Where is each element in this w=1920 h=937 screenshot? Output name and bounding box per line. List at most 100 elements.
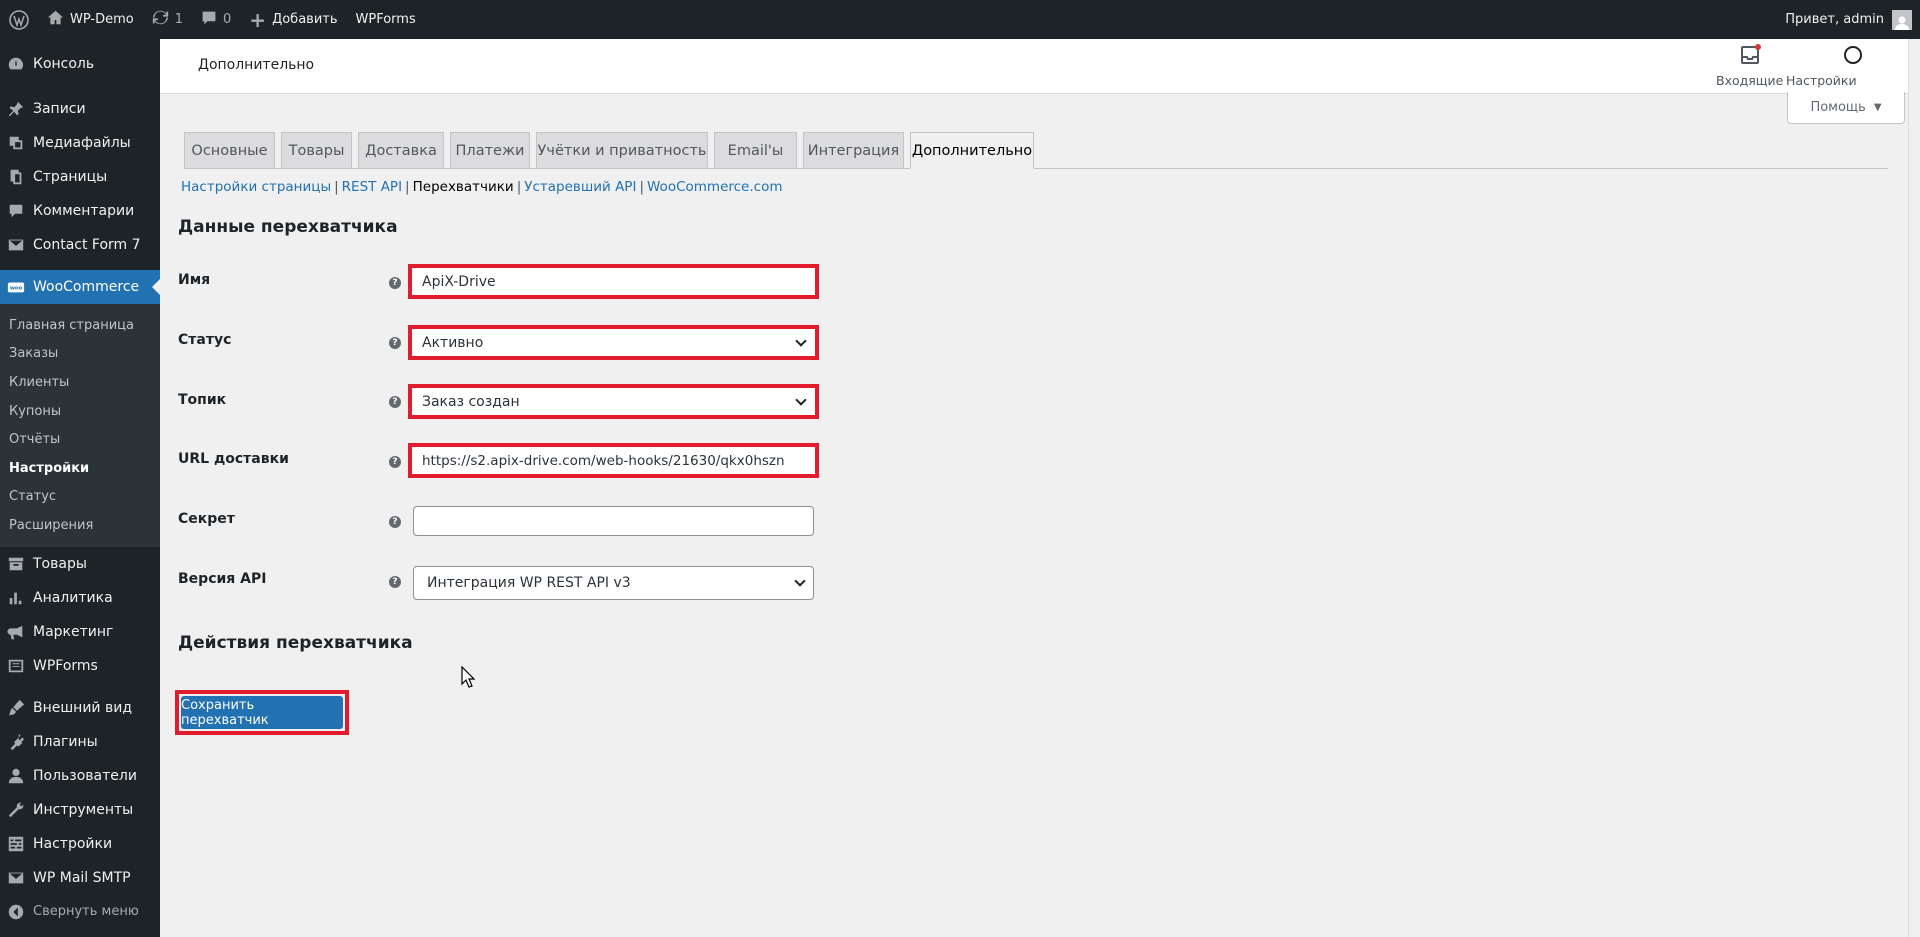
menu-item-pages[interactable]: Страницы [0,160,160,194]
inbox-icon [1738,43,1762,73]
subnav-rest-api[interactable]: REST API [342,179,402,195]
webhook-name-input[interactable]: ApiX-Drive [413,269,814,294]
settings-tabs: Основные Товары Доставка Платежи Учётки … [184,131,1888,169]
menu-item-marketing[interactable]: Маркетинг [0,615,160,649]
webhook-topic-select[interactable]: Заказ создан [413,389,814,414]
submenu-item-orders[interactable]: Заказы [0,340,160,369]
menu-item-comments[interactable]: Комментарии [0,194,160,228]
menu-item-settings[interactable]: Настройки [0,827,160,861]
wpforms-link[interactable]: WPForms [347,0,425,39]
help-button[interactable]: Помощь ▼ [1787,92,1905,124]
tab-shipping[interactable]: Доставка [358,132,444,169]
comments-count: 0 [223,12,232,27]
menu-item-woocommerce[interactable]: woo WooCommerce [0,270,160,304]
woo-icon: woo [6,277,26,297]
submenu-item-coupons[interactable]: Купоны [0,397,160,426]
subnav-woocommerce-com[interactable]: WooCommerce.com [647,179,782,195]
menu-label: WP Mail SMTP [33,869,131,886]
collapse-label: Свернуть меню [33,904,139,920]
webhook-data-heading: Данные перехватчика [178,217,398,237]
menu-item-analytics[interactable]: Аналитика [0,581,160,615]
menu-item-products[interactable]: Товары [0,547,160,581]
highlight-frame: Заказ создан [408,384,819,419]
secret-label: Секрет [178,511,235,527]
menu-item-tools[interactable]: Инструменты [0,793,160,827]
updates-icon [152,9,169,30]
site-name: WP-Demo [70,12,134,27]
add-new-link[interactable]: + Добавить [240,0,346,39]
dashboard-icon [6,54,26,74]
comment-icon [201,10,217,30]
wordpress-logo-icon[interactable] [0,0,38,39]
menu-label: Маркетинг [33,623,114,640]
comment-icon [6,201,26,221]
highlight-frame: Сохранить перехватчик [175,690,349,735]
webhook-status-select[interactable]: Активно [413,330,814,355]
save-webhook-button[interactable]: Сохранить перехватчик [181,696,343,729]
tab-advanced[interactable]: Дополнительно [910,132,1034,169]
chevron-down-icon [795,393,807,406]
help-tip-icon[interactable]: ? [389,516,401,528]
menu-item-plugins[interactable]: Плагины [0,725,160,759]
admin-bar: WP-Demo 1 0 + Добавить WPForms Привет, a… [0,0,1920,39]
form-icon [6,656,26,676]
menu-item-appearance[interactable]: Внешний вид [0,691,160,725]
subnav-legacy-api[interactable]: Устаревший API [524,179,636,195]
tab-general[interactable]: Основные [184,132,275,169]
tab-payments[interactable]: Платежи [450,132,530,169]
help-tip-icon[interactable]: ? [389,576,401,588]
submenu-item-status[interactable]: Статус [0,483,160,512]
inbox-button[interactable]: Входящие [1716,43,1783,88]
menu-item-media[interactable]: Медиафайлы [0,126,160,160]
tab-integration[interactable]: Интеграция [803,132,904,169]
chevron-down-icon [795,334,807,347]
tab-products[interactable]: Товары [281,132,352,169]
secret-input[interactable] [413,506,814,536]
subnav-page-setup[interactable]: Настройки страницы [181,179,331,195]
account-menu[interactable]: Привет, admin [1785,0,1920,39]
submenu-item-extensions[interactable]: Расширения [0,511,160,540]
wpforms-label: WPForms [355,12,416,27]
menu-label: Комментарии [33,203,135,219]
submenu-item-reports[interactable]: Отчёты [0,425,160,454]
subnav-webhooks[interactable]: Перехватчики [413,179,514,195]
menu-item-dashboard[interactable]: Консоль [0,47,160,81]
collapse-icon [6,902,26,922]
submenu-item-customers[interactable]: Клиенты [0,368,160,397]
help-tip-icon[interactable]: ? [389,456,401,468]
brush-icon [6,698,26,718]
menu-label: Плагины [33,733,98,750]
help-tip-icon[interactable]: ? [389,396,401,408]
menu-label: Медиафайлы [33,135,131,151]
home-icon [47,9,64,30]
help-tip-icon[interactable]: ? [389,337,401,349]
menu-item-users[interactable]: Пользователи [0,759,160,793]
submenu-item-settings[interactable]: Настройки [0,454,160,483]
menu-item-wpforms[interactable]: WPForms [0,649,160,683]
mail-icon [6,235,26,255]
mouse-cursor-icon [461,665,476,692]
name-label: Имя [178,272,211,288]
collapse-menu-button[interactable]: Свернуть меню [0,895,160,929]
users-icon [6,766,26,786]
submenu-item-home[interactable]: Главная страница [0,311,160,340]
menu-item-wp-mail-smtp[interactable]: WP Mail SMTP [0,861,160,895]
delivery-url-input[interactable]: https://s2.apix-drive.com/web-hooks/2163… [413,448,814,473]
menu-item-contact-form-7[interactable]: Contact Form 7 [0,228,160,262]
menu-item-posts[interactable]: Записи [0,92,160,126]
updates-link[interactable]: 1 [143,0,192,39]
page-scrollbar[interactable] [1908,39,1920,937]
help-tip-icon[interactable]: ? [389,277,401,289]
api-version-select[interactable]: Интеграция WP REST API v3 [413,566,814,600]
comments-link[interactable]: 0 [192,0,240,39]
add-new-label: Добавить [272,12,338,27]
site-name-link[interactable]: WP-Demo [38,0,143,39]
megaphone-icon [6,622,26,642]
status-value: Активно [422,334,484,351]
tab-accounts-privacy[interactable]: Учётки и приватность [536,132,708,169]
highlight-frame: Активно [408,325,819,360]
tab-emails[interactable]: Email'ы [714,132,797,169]
woocommerce-submenu: Главная страница Заказы Клиенты Купоны О… [0,304,160,547]
inbox-label: Входящие [1716,73,1784,88]
settings-icon [6,834,26,854]
